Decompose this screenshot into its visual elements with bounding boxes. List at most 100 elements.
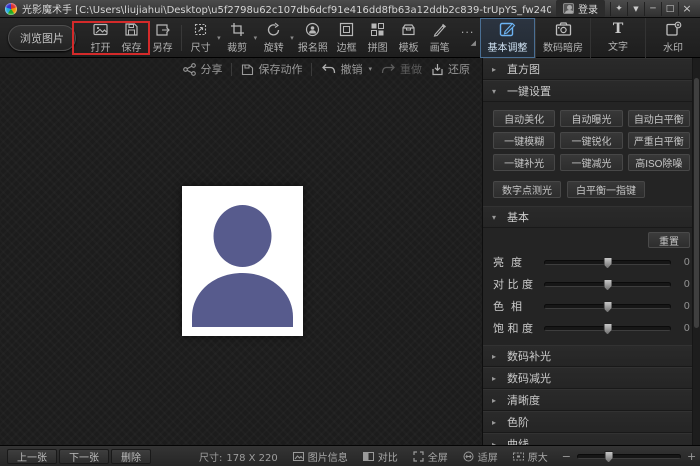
brush-button[interactable]: 画笔 [424,20,455,56]
id-photo-button[interactable]: 报名照 [295,20,331,56]
rotate-button[interactable]: 旋转 [258,20,289,56]
brush-label: 画笔 [429,42,450,54]
undo-button[interactable]: 撤销 ▾ [321,61,372,77]
saturation-slider[interactable] [544,322,671,335]
border-button[interactable]: 边框 [331,20,362,56]
reset-button[interactable]: 重置 [648,232,690,248]
delete-image-button[interactable]: 删除 [111,448,151,464]
resize-dropdown-icon[interactable]: ▾ [217,34,221,42]
more-tools-button[interactable]: ··· ◢ [455,20,480,56]
canvas-region: 分享 保存动作 撤销 ▾ 重做 还原 [0,58,482,445]
tab-text[interactable]: T 文字 [590,17,645,58]
login-button[interactable]: 登录 [556,0,605,17]
crop-button[interactable]: 裁剪 [222,20,253,56]
section-histogram[interactable]: ▸ 直方图 [483,58,700,80]
image-info-button[interactable]: 图片信息 [292,449,348,464]
template-button[interactable]: 模板 [393,20,424,56]
auto-exposure-button[interactable]: 自动曝光 [560,110,623,127]
section-one-click[interactable]: ▾ 一键设置 [483,80,700,102]
contrast-slider[interactable] [544,278,671,291]
one-key-blur-button[interactable]: 一键模糊 [493,132,556,149]
one-key-fill-light-button[interactable]: 一键补光 [493,154,556,171]
one-click-grid: 自动美化 自动曝光 自动白平衡 一键模糊 一键锐化 严重白平衡 一键补光 一键减… [493,110,690,171]
undo-dropdown-icon[interactable]: ▾ [368,65,372,73]
collage-button[interactable]: 拼图 [362,20,393,56]
save-button[interactable]: 保存 [116,20,147,56]
tab-watermark-label: 水印 [663,43,684,54]
collapsed-arrow-icon: ▸ [492,351,497,361]
section-basic[interactable]: ▾ 基本 [483,206,700,228]
tab-watermark[interactable]: 水印 [645,17,700,58]
one-click-extra-row: 数字点测光 白平衡一指键 [493,181,690,198]
high-iso-denoise-button[interactable]: 高ISO除噪 [627,154,690,171]
window-controls: ✦ ▼ ─ □ × [610,1,695,16]
section-digital-dim-light[interactable]: ▸ 数码减光 [483,367,700,389]
menu-dropdown-icon[interactable]: ▼ [627,1,644,16]
photo-preview[interactable] [182,186,303,336]
border-icon [339,22,354,37]
restore-button[interactable]: 还原 [431,61,470,77]
share-button[interactable]: 分享 [183,61,222,77]
severe-white-balance-button[interactable]: 严重白平衡 [627,132,690,149]
redo-button[interactable]: 重做 [381,61,422,77]
browse-images-button[interactable]: 浏览图片 [8,24,76,51]
resize-button[interactable]: 尺寸 [185,20,216,56]
more-dots-icon: ··· [460,25,475,39]
auto-white-balance-button[interactable]: 自动白平衡 [627,110,690,127]
brightness-slider[interactable] [544,256,671,269]
section-levels[interactable]: ▸ 色阶 [483,411,700,433]
slider-thumb[interactable] [603,322,612,335]
redo-icon [381,64,395,74]
compare-label: 对比 [377,452,398,464]
basic-body: 重置 亮 度 0 对 比 度 0 色 相 0 饱 和 度 0 [483,228,700,345]
one-key-sharpen-button[interactable]: 一键锐化 [560,132,623,149]
slider-thumb[interactable] [603,278,612,291]
original-size-button[interactable]: 原大 [512,449,548,464]
minimize-button[interactable]: ─ [644,1,661,16]
hue-slider[interactable] [544,300,671,313]
hue-slider-row: 色 相 0 [493,295,690,317]
section-clarity[interactable]: ▸ 清晰度 [483,389,700,411]
digital-spot-metering-button[interactable]: 数字点测光 [493,181,561,198]
slider-thumb[interactable] [603,256,612,269]
auto-beautify-button[interactable]: 自动美化 [493,110,556,127]
slider-thumb[interactable] [603,300,612,313]
section-digital-fill-light[interactable]: ▸ 数码补光 [483,345,700,367]
scrollbar-thumb[interactable] [694,78,699,328]
rotate-dropdown-icon[interactable]: ▾ [290,34,294,42]
zoom-slider[interactable] [576,450,681,463]
adjust-panel: ▸ 直方图 ▾ 一键设置 自动美化 自动曝光 自动白平衡 一键模糊 一键锐化 严… [482,58,700,445]
close-button[interactable]: × [678,1,695,16]
rotate-icon [266,22,281,37]
save-action-button[interactable]: 保存动作 [241,61,302,77]
brightness-value: 0 [683,256,690,268]
section-curves[interactable]: ▸ 曲线 [483,433,700,445]
restore-label: 还原 [448,63,470,76]
previous-image-button[interactable]: 上一张 [7,448,57,464]
tab-darkroom[interactable]: 数码暗房 [535,17,590,58]
zoom-slider-thumb[interactable] [604,450,614,463]
tab-basic-adjust[interactable]: 基本调整 [480,17,536,58]
image-canvas[interactable] [0,80,482,445]
zoom-in-button[interactable]: + [687,450,696,463]
fit-screen-button[interactable]: 适屏 [463,449,498,464]
white-balance-one-key-button[interactable]: 白平衡一指键 [567,181,645,198]
maximize-button[interactable]: □ [661,1,678,16]
one-key-dim-light-button[interactable]: 一键减光 [560,154,623,171]
actionbar-separator [311,62,313,76]
status-bar: 上一张 下一张 删除 尺寸: 178 X 220 图片信息 对比 全屏 适屏 原大… [0,445,700,466]
panel-scrollbar[interactable] [692,58,700,445]
skin-theme-icon[interactable]: ✦ [610,1,627,16]
app-window: 光影魔术手 [C:\Users\liujiahui\Desktop\u5f279… [0,0,700,466]
save-as-button[interactable]: 另存 [147,20,178,56]
image-size-value: 178 X 220 [226,452,278,464]
next-image-button[interactable]: 下一张 [59,448,109,464]
image-info-label: 图片信息 [307,452,348,464]
compare-button[interactable]: 对比 [362,449,398,464]
fullscreen-button[interactable]: 全屏 [413,449,448,464]
undo-icon [322,64,336,74]
open-button[interactable]: 打开 [85,20,116,56]
resize-label: 尺寸 [190,42,211,54]
crop-dropdown-icon[interactable]: ▾ [254,34,258,42]
zoom-out-button[interactable]: − [562,450,571,463]
